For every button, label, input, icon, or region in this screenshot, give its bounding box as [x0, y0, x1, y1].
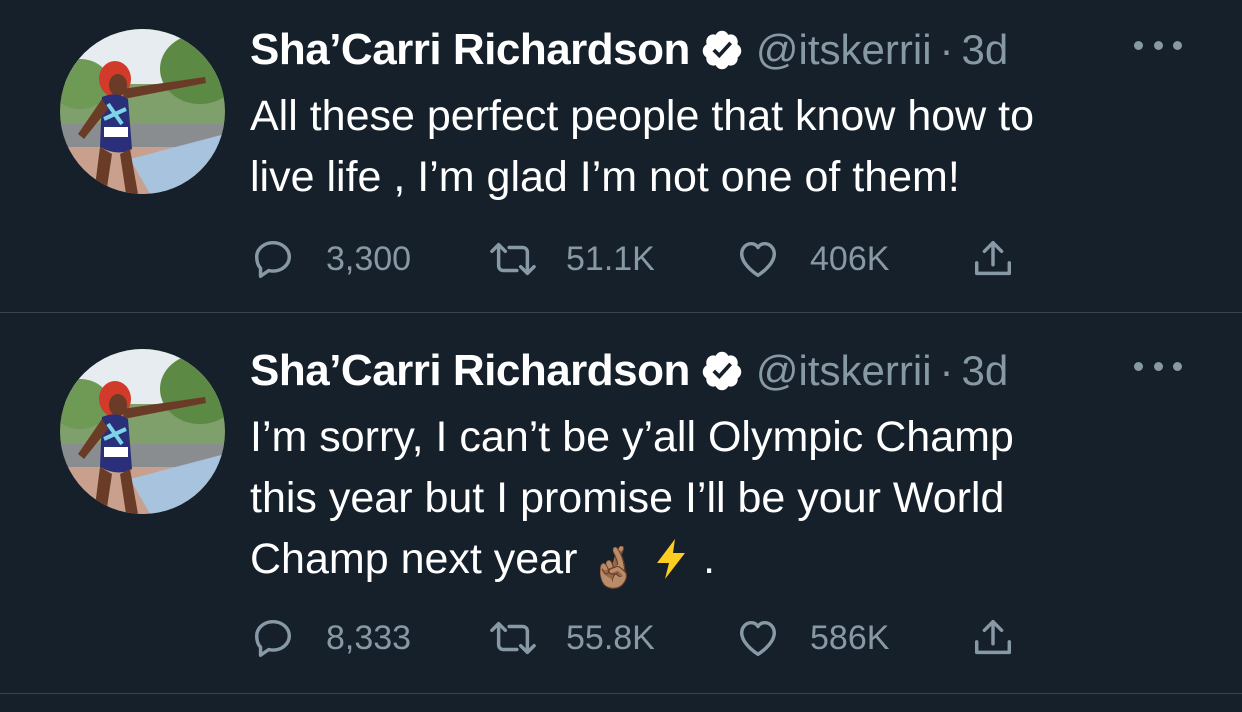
crossed-fingers-emoji: 🤞🏽	[589, 546, 640, 590]
like-count: 406K	[810, 239, 890, 278]
verified-badge-icon	[700, 28, 744, 72]
more-dots-icon[interactable]	[1134, 351, 1182, 381]
reply-button[interactable]: 3,300	[250, 234, 411, 284]
retweet-button[interactable]: 55.8K	[488, 613, 655, 663]
tweet-header: Sha’Carri Richardson @itskerrii · 3d	[250, 343, 1182, 399]
tweet-actions: 3,300 51.1K 406K	[250, 234, 1050, 284]
reply-button[interactable]: 8,333	[250, 613, 411, 663]
handle[interactable]: @itskerrii	[756, 26, 932, 74]
tweet[interactable]: Sha’Carri Richardson @itskerrii · 3d All…	[0, 0, 1242, 313]
retweet-icon	[490, 621, 536, 655]
reply-icon	[254, 240, 292, 278]
tweet-text-end: .	[691, 535, 716, 583]
timestamp[interactable]: 3d	[962, 347, 1009, 395]
tweet-text-line: I’m sorry, I can’t be y’all Olympic Cham…	[250, 413, 1014, 461]
heart-icon	[739, 241, 777, 278]
retweet-icon	[490, 242, 536, 276]
retweet-count: 55.8K	[566, 618, 655, 657]
tweet-header: Sha’Carri Richardson @itskerrii · 3d	[250, 22, 1182, 78]
share-icon	[974, 619, 1012, 655]
verified-badge-icon	[700, 349, 744, 393]
tweet-text-line: this year but I promise I’ll be your Wor…	[250, 474, 1005, 522]
retweet-button[interactable]: 51.1K	[488, 234, 655, 284]
separator-dot: ·	[939, 26, 954, 73]
reply-count: 3,300	[326, 239, 412, 278]
share-button[interactable]	[970, 613, 1016, 663]
heart-icon	[739, 620, 777, 657]
like-count: 586K	[810, 618, 890, 657]
timestamp[interactable]: 3d	[962, 26, 1009, 74]
avatar[interactable]	[60, 349, 225, 514]
like-button[interactable]: 586K	[734, 613, 889, 663]
like-button[interactable]: 406K	[734, 234, 889, 284]
reply-icon	[254, 619, 292, 657]
tweet[interactable]: Sha’Carri Richardson @itskerrii · 3d I’m…	[0, 313, 1242, 694]
tweet-text: I’m sorry, I can’t be y’all Olympic Cham…	[250, 407, 1182, 599]
share-icon	[974, 240, 1012, 276]
tweet-text-line: Champ next year	[250, 535, 590, 583]
tweet-text: All these perfect people that know how t…	[250, 92, 1035, 201]
share-button[interactable]	[970, 234, 1016, 284]
handle[interactable]: @itskerrii	[756, 347, 932, 395]
lightning-emoji	[651, 537, 691, 598]
reply-count: 8,333	[326, 618, 412, 657]
display-name[interactable]: Sha’Carri Richardson	[250, 25, 690, 75]
separator-dot: ·	[939, 347, 954, 394]
display-name[interactable]: Sha’Carri Richardson	[250, 346, 690, 396]
tweet-feed: Sha’Carri Richardson @itskerrii · 3d All…	[0, 0, 1242, 712]
avatar[interactable]	[60, 29, 225, 194]
retweet-count: 51.1K	[566, 239, 655, 278]
more-dots-icon[interactable]	[1134, 30, 1182, 60]
tweet-actions: 8,333 55.8K 586K	[250, 613, 1050, 663]
